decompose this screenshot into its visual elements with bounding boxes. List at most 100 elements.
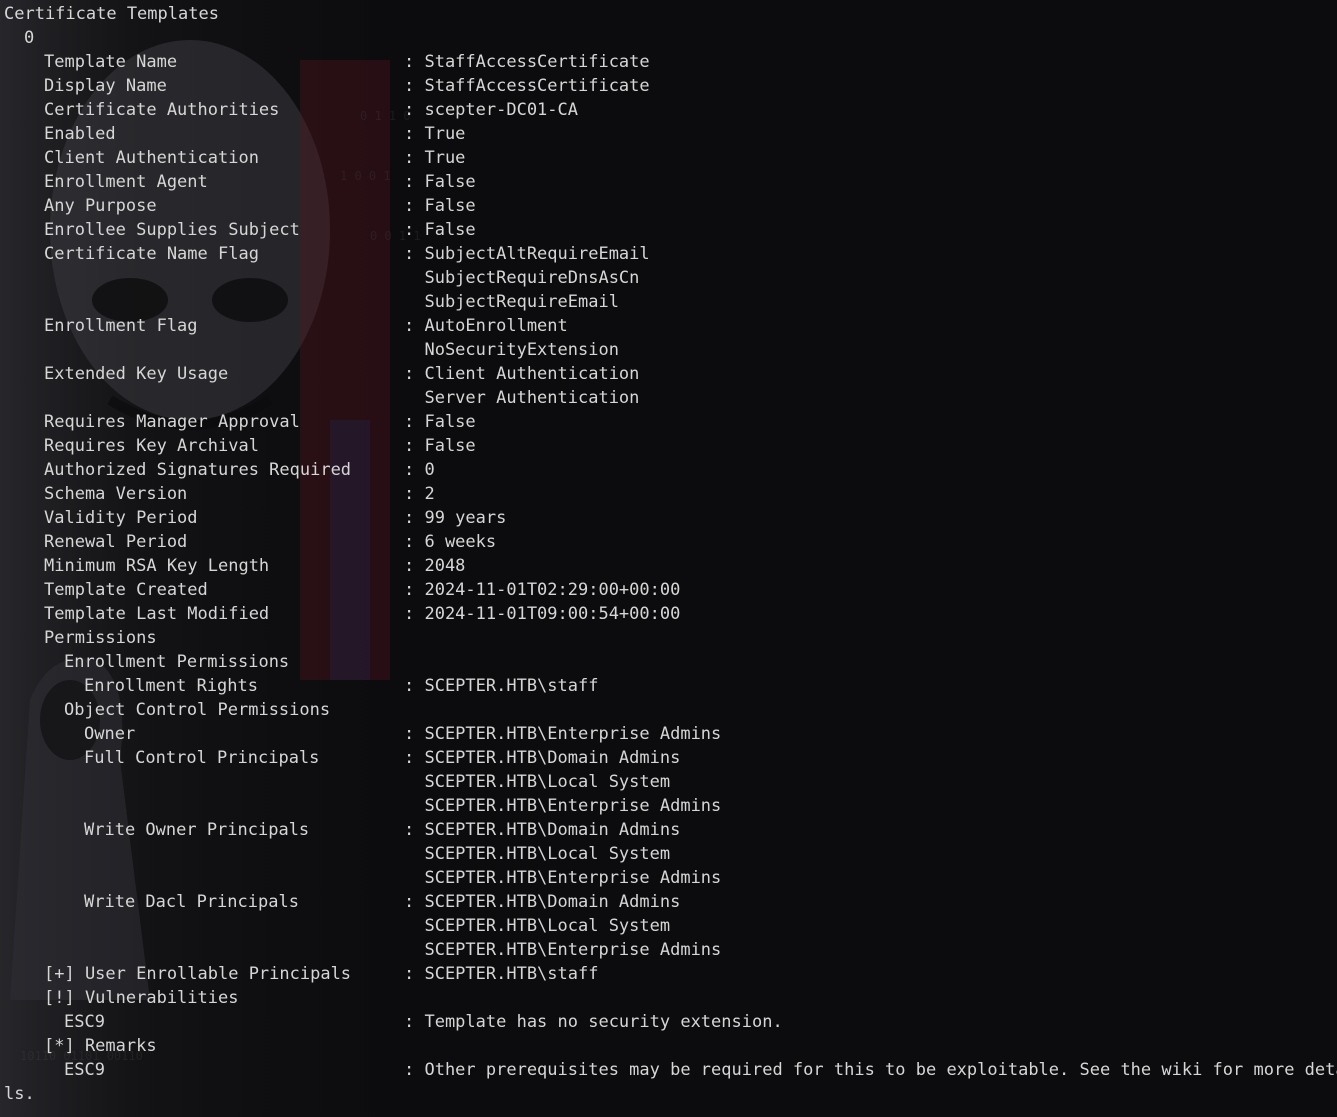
terminal-line-label: Requires Manager Approval (44, 412, 300, 432)
terminal-line-value: : SCEPTER.HTB\Domain Admins (404, 748, 681, 768)
terminal-line: Requires Key Archival : False (0, 434, 1337, 458)
terminal-line-value: SCEPTER.HTB\Enterprise Admins (404, 796, 722, 816)
terminal-line-value: SCEPTER.HTB\Local System (404, 844, 671, 864)
terminal-line: Write Owner Principals: SCEPTER.HTB\Doma… (0, 818, 1337, 842)
terminal-line-label: Requires Key Archival (44, 436, 259, 456)
terminal-line-label: Enrollee Supplies Subject (44, 220, 300, 240)
terminal-line: Permissions (0, 626, 1337, 650)
terminal-line-label: Object Control Permissions (64, 700, 331, 720)
terminal-line-label: Enrollment Rights (84, 676, 258, 696)
terminal-line: SubjectRequireEmail (0, 290, 1337, 314)
terminal-line: Schema Version : 2 (0, 482, 1337, 506)
terminal-line: Template Created: 2024-11-01T02:29:00+00… (0, 578, 1337, 602)
terminal-line-label: Enrollment Permissions (64, 652, 290, 672)
terminal-line-value: SCEPTER.HTB\Local System (404, 916, 671, 936)
terminal-line-value: : 2048 (404, 556, 466, 576)
terminal-line-value: : SubjectAltRequireEmail (404, 244, 650, 264)
terminal-line: Enrollee Supplies Subject : False (0, 218, 1337, 242)
terminal-line: Client Authentication : True (0, 146, 1337, 170)
terminal-line-label: 0 (24, 28, 35, 48)
terminal-line-value: : True (404, 148, 466, 168)
terminal-line-label: ls. (4, 1084, 35, 1104)
terminal-line-label: Validity Period (44, 508, 198, 528)
terminal-line: Template Last Modified: 2024-11-01T09:00… (0, 602, 1337, 626)
terminal-line-value: : False (404, 196, 476, 216)
terminal-line: SubjectRequireDnsAsCn (0, 266, 1337, 290)
terminal-line-value: : 2024-11-01T09:00:54+00:00 (404, 604, 681, 624)
terminal-line-value: SCEPTER.HTB\Enterprise Admins (404, 940, 722, 960)
terminal-line-label: [+] User Enrollable Principals (44, 964, 352, 984)
terminal-line-value: : False (404, 436, 476, 456)
terminal-line-value: : SCEPTER.HTB\Domain Admins (404, 892, 681, 912)
terminal-line: Template Name : StaffAccessCertificate (0, 50, 1337, 74)
terminal-line: Write Dacl Principals : SCEPTER.HTB\Domai… (0, 890, 1337, 914)
terminal-line-label: [*] Remarks (44, 1036, 157, 1056)
terminal-line: ls. (0, 1082, 1337, 1106)
terminal-line-value: : True (404, 124, 466, 144)
terminal-line-label: Extended Key Usage (44, 364, 229, 384)
terminal-line: Server Authentication (0, 386, 1337, 410)
terminal-line: Object Control Permissions (0, 698, 1337, 722)
terminal-line-value: : 6 weeks (404, 532, 497, 552)
terminal-line-label: Authorized Signatures Required (44, 460, 352, 480)
terminal-line-value: : scepter-DC01-CA (404, 100, 578, 120)
terminal-line-label: Minimum RSA Key Length (44, 556, 270, 576)
terminal-line: Renewal Period : 6 weeks (0, 530, 1337, 554)
terminal-line-label: Template Name (44, 52, 178, 72)
terminal-line-value: : SCEPTER.HTB\Domain Admins (404, 820, 681, 840)
terminal-line: Any Purpose: False (0, 194, 1337, 218)
terminal-line-label: Renewal Period (44, 532, 188, 552)
terminal-line-value: : False (404, 412, 476, 432)
terminal-line-value: : 99 years (404, 508, 507, 528)
terminal-line-value: : Client Authentication (404, 364, 640, 384)
terminal-line-label: Write Dacl Principals (84, 892, 299, 912)
terminal-line-label: Full Control Principals (84, 748, 320, 768)
terminal-line-value: : SCEPTER.HTB\staff (404, 676, 599, 696)
terminal-line: Enabled : True (0, 122, 1337, 146)
terminal-line: Owner: SCEPTER.HTB\Enterprise Admins (0, 722, 1337, 746)
terminal-line-label: Enabled (44, 124, 116, 144)
terminal-line-value: : StaffAccessCertificate (404, 76, 650, 96)
terminal-line-value: : False (404, 172, 476, 192)
terminal-line-label: Display Name (44, 76, 167, 96)
terminal-line: Enrollment Rights : SCEPTER.HTB\staff (0, 674, 1337, 698)
terminal-line-label: ESC9 (64, 1012, 105, 1032)
terminal-line: 0 (0, 26, 1337, 50)
terminal-line-label: Client Authentication (44, 148, 259, 168)
terminal-line-label: Enrollment Agent (44, 172, 208, 192)
terminal-line-label: Schema Version (44, 484, 188, 504)
terminal-line-value: Server Authentication (404, 388, 640, 408)
terminal-line: ESC9: Other prerequisites may be require… (0, 1058, 1337, 1082)
terminal-line-label: Certificate Templates (4, 4, 219, 24)
terminal-line: Full Control Principals : SCEPTER.HTB\Dom… (0, 746, 1337, 770)
terminal-line-value: : StaffAccessCertificate (404, 52, 650, 72)
terminal-line: Certificate Templates (0, 2, 1337, 26)
terminal-line: Display Name : StaffAccessCertificate (0, 74, 1337, 98)
terminal-line: Validity Period : 99 years (0, 506, 1337, 530)
terminal-line-value: : False (404, 220, 476, 240)
terminal-line: [+] User Enrollable Principals: SCEPTER.… (0, 962, 1337, 986)
terminal-line-value: : Other prerequisites may be required fo… (404, 1060, 1337, 1080)
terminal-line: Authorized Signatures Required : 0 (0, 458, 1337, 482)
terminal-line: Enrollment Flag: AutoEnrollment (0, 314, 1337, 338)
terminal-line-value: SubjectRequireEmail (404, 292, 619, 312)
terminal-line: Enrollment Agent : False (0, 170, 1337, 194)
terminal-line-label: Certificate Authorities (44, 100, 280, 120)
terminal-output: Certificate Templates 0 Template Name : Sta… (0, 0, 1337, 1117)
terminal-line-value: NoSecurityExtension (404, 340, 619, 360)
terminal-line-label: Template Created (44, 580, 208, 600)
terminal-line-value: : SCEPTER.HTB\Enterprise Admins (404, 724, 722, 744)
terminal-line: [!] Vulnerabilities (0, 986, 1337, 1010)
terminal-line: SCEPTER.HTB\Enterprise Admins (0, 866, 1337, 890)
terminal-line-value: : 2 (404, 484, 435, 504)
terminal-line: Certificate Name Flag: SubjectAltRequire… (0, 242, 1337, 266)
terminal-line: Enrollment Permissions (0, 650, 1337, 674)
terminal-line: [*] Remarks (0, 1034, 1337, 1058)
terminal-line: SCEPTER.HTB\Enterprise Admins (0, 794, 1337, 818)
terminal-line: SCEPTER.HTB\Local System (0, 914, 1337, 938)
terminal-line-value: : AutoEnrollment (404, 316, 568, 336)
terminal-line: Requires Manager Approval : False (0, 410, 1337, 434)
terminal-line-value: : 0 (404, 460, 435, 480)
terminal-line: SCEPTER.HTB\Enterprise Admins (0, 938, 1337, 962)
terminal-line-value: : Template has no security extension. (404, 1012, 783, 1032)
